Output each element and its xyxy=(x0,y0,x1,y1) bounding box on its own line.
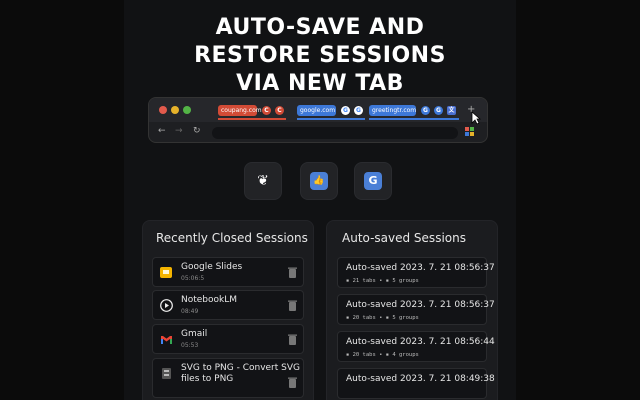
list-item[interactable]: Auto-saved 2023. 7. 21 08:56:37 ▪ 20 tab… xyxy=(337,294,495,325)
quick-tile-thumbs[interactable]: 👍 xyxy=(300,162,338,200)
quick-tile-brain[interactable]: ❦ xyxy=(244,162,282,200)
session-title: Google Slides xyxy=(181,262,243,272)
tab-group-underline xyxy=(297,118,365,120)
session-meta: ▪ 20 tabs • ▪ 4 groups xyxy=(346,352,419,358)
tab-strip: coupang.com C C google.com G G greetingt… xyxy=(149,98,487,122)
group-icon: ▪ xyxy=(385,278,390,284)
browser-window-mock: coupang.com C C google.com G G greetingt… xyxy=(148,97,488,143)
google-icon: G xyxy=(364,172,382,190)
session-title: SVG to PNG - Convert SVG files to PNG xyxy=(181,363,300,385)
recently-closed-title: Recently Closed Sessions xyxy=(156,231,308,245)
folder-icon: ▪ xyxy=(346,315,350,321)
tab-group-greeting[interactable]: greetingtr.com xyxy=(369,105,416,116)
google-favicon-icon[interactable]: G xyxy=(354,106,363,115)
tab-count: 21 tabs xyxy=(352,278,376,284)
group-icon: ▪ xyxy=(385,352,390,358)
quick-tile-google[interactable]: G xyxy=(354,162,392,200)
session-title: NotebookLM xyxy=(181,295,238,305)
tab-group-underline xyxy=(218,118,286,120)
session-time: 05:06:5 xyxy=(181,275,205,282)
extension-icon[interactable] xyxy=(465,127,475,137)
right-backdrop xyxy=(516,0,640,400)
tab-group-underline xyxy=(369,118,459,120)
translate-favicon-icon[interactable]: 文 xyxy=(447,106,456,115)
reload-icon[interactable]: ↻ xyxy=(193,126,201,136)
svg-convert-icon xyxy=(162,368,171,379)
notebooklm-icon xyxy=(160,299,173,312)
headline-line-3: VIA NEW TAB xyxy=(236,71,404,96)
list-item[interactable]: SVG to PNG - Convert SVG files to PNG xyxy=(152,358,304,398)
group-count: 5 groups xyxy=(392,315,419,321)
session-time: 08:49 xyxy=(181,308,199,315)
separator: • xyxy=(379,278,383,284)
brain-icon: ❦ xyxy=(257,173,269,189)
headline: AUTO-SAVE AND RESTORE SESSIONS VIA NEW T… xyxy=(124,14,516,98)
trash-icon[interactable] xyxy=(288,377,297,388)
group-count: 4 groups xyxy=(392,352,419,358)
left-backdrop xyxy=(0,0,124,400)
group-count: 5 groups xyxy=(392,278,419,284)
maximize-window-dot[interactable] xyxy=(183,106,191,114)
headline-line-2: RESTORE SESSIONS xyxy=(194,43,446,68)
list-item[interactable]: Auto-saved 2023. 7. 21 08:56:44 ▪ 20 tab… xyxy=(337,331,495,362)
close-window-dot[interactable] xyxy=(159,106,167,114)
session-time: 05:53 xyxy=(181,342,199,349)
separator: • xyxy=(379,315,383,321)
folder-icon: ▪ xyxy=(346,278,350,284)
list-item[interactable]: Gmail 05:53 xyxy=(152,324,304,354)
coupang-favicon-icon[interactable]: C xyxy=(275,106,284,115)
separator: • xyxy=(379,352,383,358)
mouse-cursor-icon xyxy=(471,111,481,125)
trash-icon[interactable] xyxy=(288,300,297,311)
toolbar: ← → ↻ xyxy=(149,122,487,142)
session-title-line-2: files to PNG xyxy=(181,374,234,384)
trash-icon[interactable] xyxy=(288,267,297,278)
google-slides-icon xyxy=(160,267,172,278)
address-bar[interactable] xyxy=(212,127,458,139)
promo-panel: AUTO-SAVE AND RESTORE SESSIONS VIA NEW T… xyxy=(124,0,516,400)
session-title: Auto-saved 2023. 7. 21 08:56:44 xyxy=(346,337,495,347)
auto-saved-title: Auto-saved Sessions xyxy=(342,231,466,245)
greeting-favicon-icon[interactable]: G xyxy=(421,106,430,115)
session-title: Gmail xyxy=(181,329,208,339)
coupang-favicon-icon[interactable]: C xyxy=(262,106,271,115)
list-item[interactable]: Auto-saved 2023. 7. 21 08:56:37 ▪ 21 tab… xyxy=(337,257,495,288)
folder-icon: ▪ xyxy=(346,352,350,358)
session-title: Auto-saved 2023. 7. 21 08:56:37 xyxy=(346,263,495,273)
minimize-window-dot[interactable] xyxy=(171,106,179,114)
session-title: Auto-saved 2023. 7. 21 08:56:37 xyxy=(346,300,495,310)
list-item[interactable]: NotebookLM 08:49 xyxy=(152,290,304,320)
gmail-icon xyxy=(161,336,172,344)
trash-icon[interactable] xyxy=(288,334,297,345)
back-icon[interactable]: ← xyxy=(158,126,166,136)
greeting-favicon-icon[interactable]: G xyxy=(434,106,443,115)
headline-line-1: AUTO-SAVE AND xyxy=(215,15,425,40)
group-icon: ▪ xyxy=(385,315,390,321)
session-title: Auto-saved 2023. 7. 21 08:49:38 xyxy=(346,374,495,384)
tab-count: 20 tabs xyxy=(352,315,376,321)
list-item[interactable]: Google Slides 05:06:5 xyxy=(152,257,304,287)
session-meta: ▪ 20 tabs • ▪ 5 groups xyxy=(346,315,419,321)
forward-icon[interactable]: → xyxy=(175,126,183,136)
recently-closed-card: Recently Closed Sessions Google Slides 0… xyxy=(142,220,314,400)
tab-count: 20 tabs xyxy=(352,352,376,358)
tab-group-google[interactable]: google.com xyxy=(297,105,336,116)
tab-group-coupang[interactable]: coupang.com xyxy=(218,105,262,116)
thumb-up-icon: 👍 xyxy=(310,172,328,190)
google-favicon-icon[interactable]: G xyxy=(341,106,350,115)
auto-saved-card: Auto-saved Sessions Auto-saved 2023. 7. … xyxy=(326,220,498,400)
session-meta: ▪ 21 tabs • ▪ 5 groups xyxy=(346,278,419,284)
session-title-line-1: SVG to PNG - Convert SVG xyxy=(181,363,300,373)
list-item[interactable]: Auto-saved 2023. 7. 21 08:49:38 xyxy=(337,368,495,399)
